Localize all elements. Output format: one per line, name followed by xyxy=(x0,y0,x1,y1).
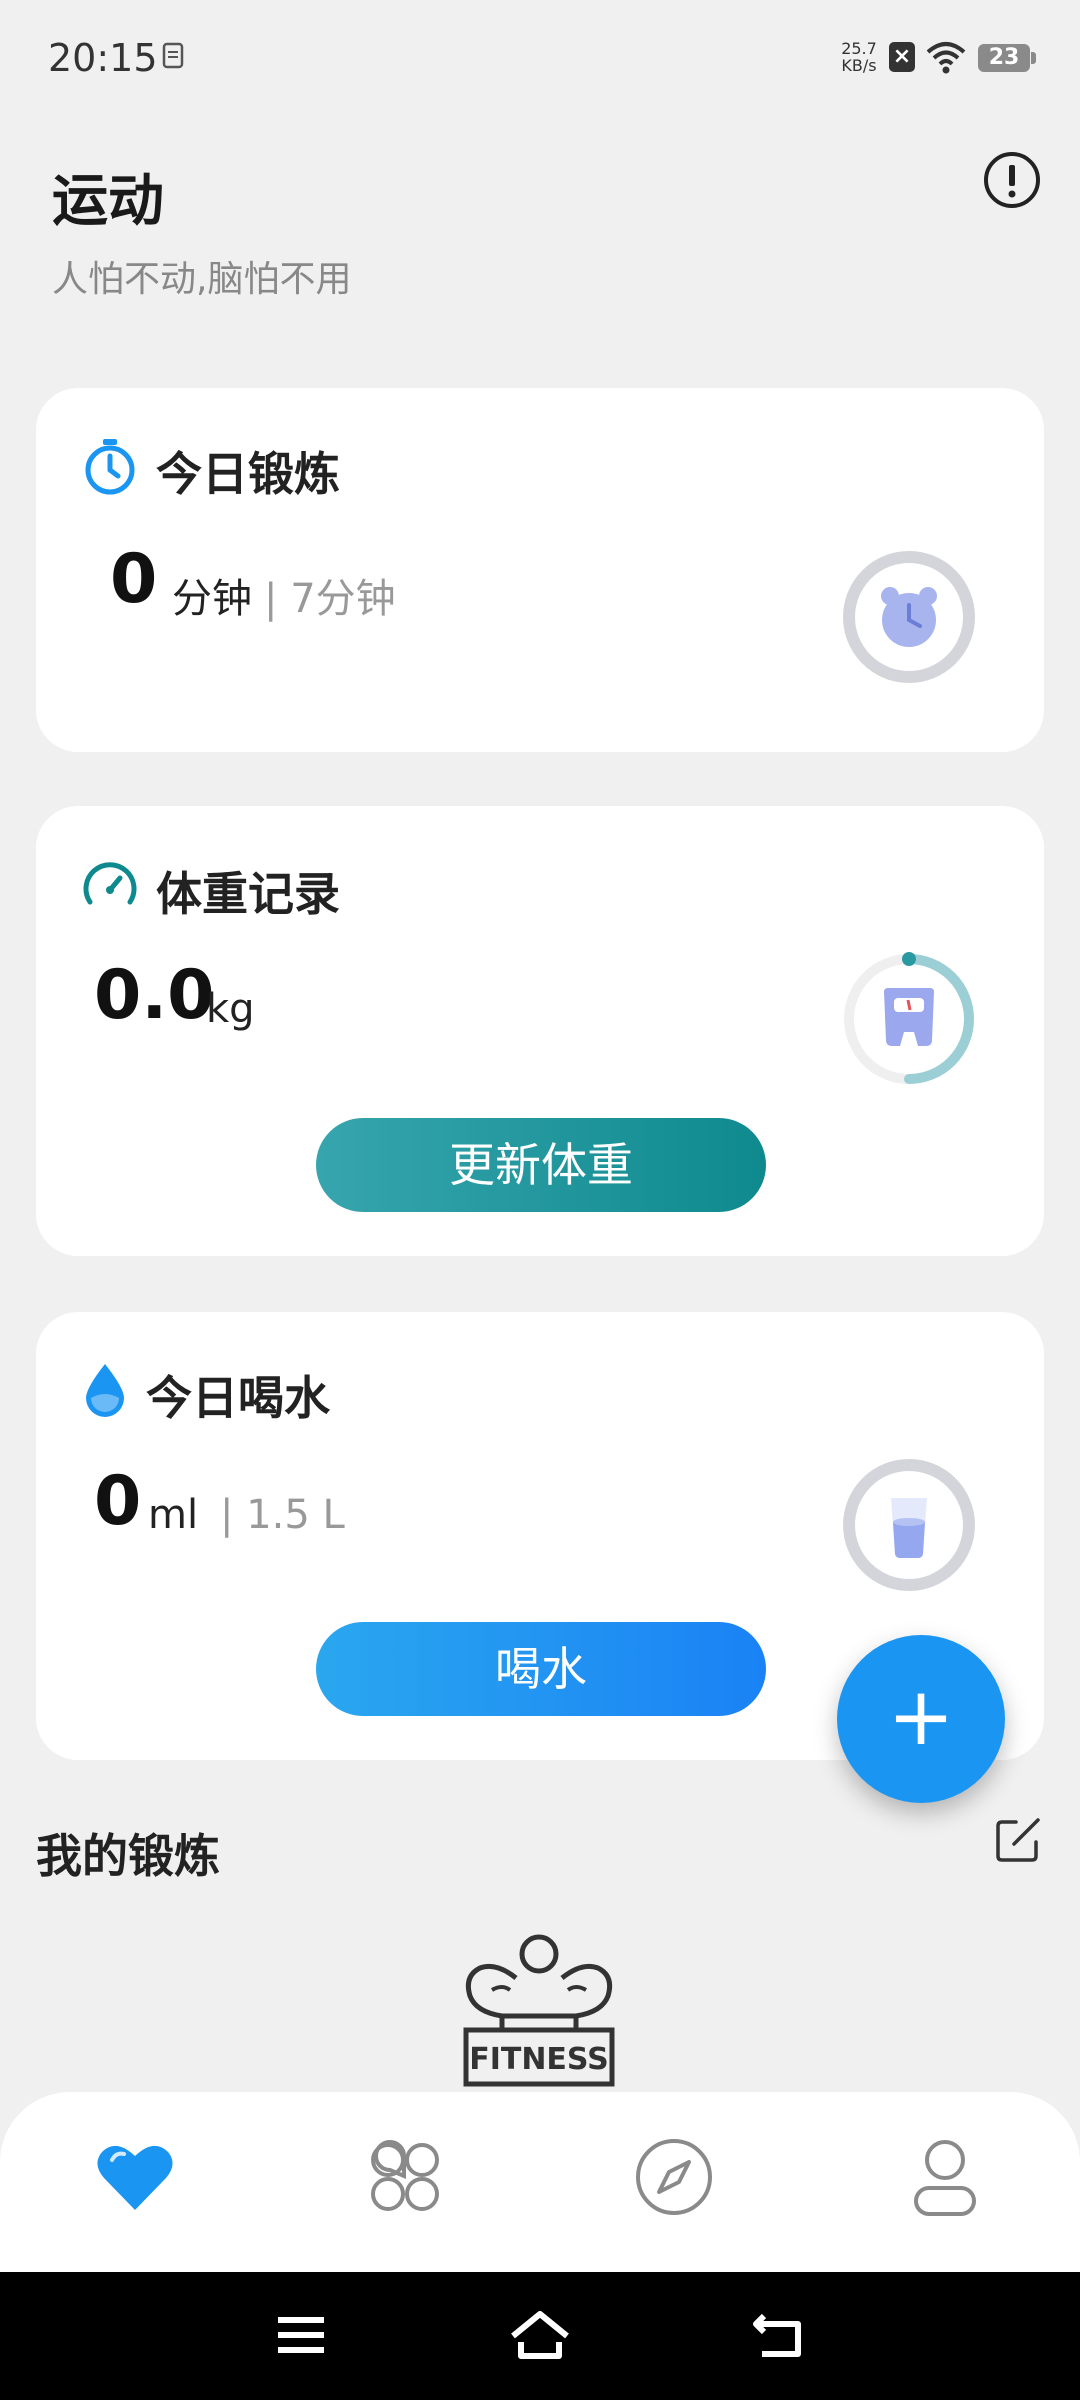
weight-value: 0.0 xyxy=(94,956,215,1035)
alarm-clock-icon xyxy=(843,551,975,683)
add-fab-button[interactable]: + xyxy=(837,1635,1005,1803)
fitness-logo-text: FITNESS xyxy=(469,2042,609,2077)
back-icon[interactable] xyxy=(750,2306,812,2364)
update-weight-button[interactable]: 更新体重 xyxy=(316,1118,766,1212)
gauge-icon xyxy=(83,862,137,905)
exercise-card-title: 今日锻炼 xyxy=(156,447,340,501)
water-card-title: 今日喝水 xyxy=(146,1371,330,1425)
exercise-value: 0 xyxy=(110,540,158,619)
apps-icon[interactable] xyxy=(364,2136,446,2218)
page-subtitle: 人怕不动,脑怕不用 xyxy=(52,259,352,300)
timer-icon xyxy=(85,439,135,495)
net-speed-value: 25.7 xyxy=(841,39,877,58)
document-icon xyxy=(162,42,184,69)
glass-icon xyxy=(843,1459,975,1591)
my-exercise-title: 我的锻炼 xyxy=(36,1829,220,1883)
exercise-unit: 分钟 xyxy=(172,576,252,622)
profile-icon[interactable] xyxy=(904,2136,986,2218)
menu-icon[interactable] xyxy=(270,2306,332,2364)
page-title: 运动 xyxy=(52,169,164,234)
water-value: 0 xyxy=(94,1462,142,1541)
compass-icon[interactable] xyxy=(633,2136,715,2218)
status-time: 20:15 xyxy=(48,36,158,80)
water-drop-icon xyxy=(86,1364,124,1417)
edit-icon[interactable] xyxy=(994,1816,1042,1864)
battery-icon: 23 xyxy=(978,44,1036,72)
exercise-card[interactable]: 今日锻炼 0 分钟 | 7分钟 xyxy=(36,388,1044,752)
weight-card-title: 体重记录 xyxy=(156,867,340,921)
drink-water-button[interactable]: 喝水 xyxy=(316,1622,766,1716)
weight-unit: kg xyxy=(206,986,255,1032)
fitness-logo-icon: FITNESS xyxy=(463,1934,615,2087)
net-speed-unit: KB/s xyxy=(841,56,877,75)
water-unit: ml xyxy=(148,1492,199,1538)
water-goal: | 1.5 L xyxy=(220,1492,345,1538)
net-speed: 25.7 KB/s xyxy=(838,40,880,74)
info-icon[interactable] xyxy=(982,150,1042,210)
wifi-icon xyxy=(926,42,966,74)
exercise-goal: | 7分钟 xyxy=(264,576,396,622)
weight-card[interactable]: 体重记录 0.0 kg 更新体重 xyxy=(36,806,1044,1256)
scale-icon xyxy=(844,952,974,1084)
home-icon[interactable] xyxy=(509,2306,571,2364)
x-box-icon: × xyxy=(889,42,915,72)
heart-icon[interactable] xyxy=(94,2136,176,2218)
